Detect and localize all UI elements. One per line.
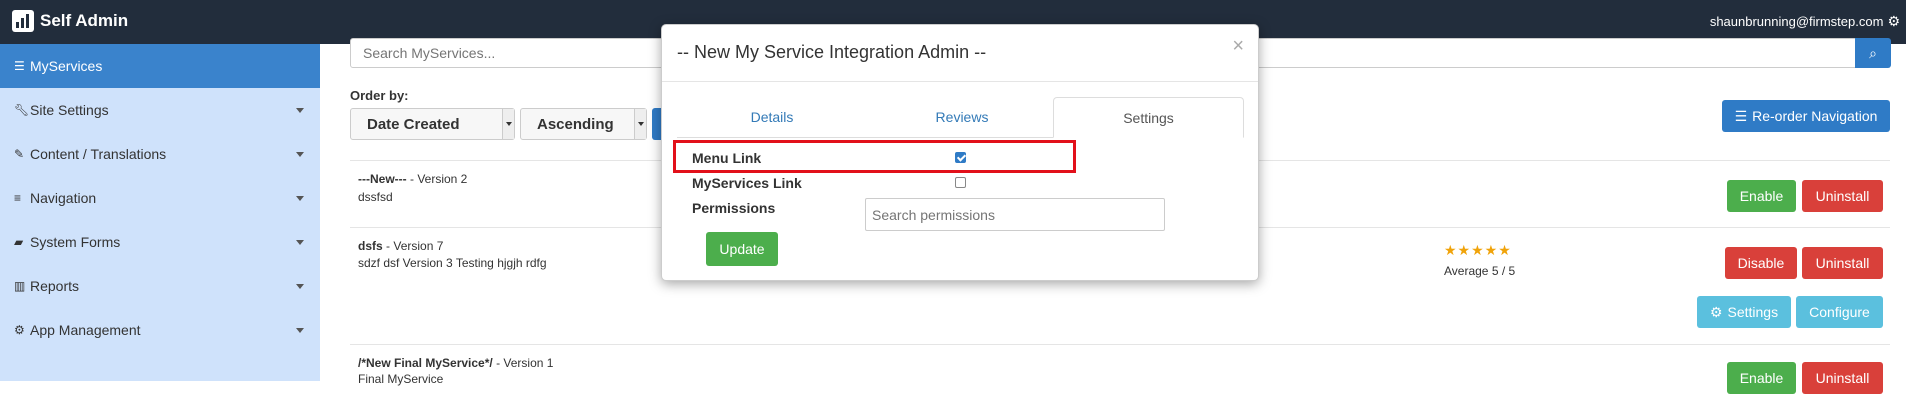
row-divider (350, 344, 1890, 345)
service-version: - Version 7 (382, 239, 444, 253)
order-field-value: Date Created (367, 116, 460, 133)
permissions-search-input[interactable] (865, 198, 1165, 231)
uninstall-button[interactable]: Uninstall (1802, 362, 1883, 394)
service-version: - Version 1 (492, 356, 554, 370)
bar-chart-logo-icon (12, 10, 34, 32)
service-description: Final MyService (358, 372, 444, 386)
sidebar-item-myservices[interactable]: ☰ MyServices (0, 44, 320, 88)
chevron-down-icon (634, 109, 646, 139)
enable-button[interactable]: Enable (1727, 362, 1796, 394)
service-title: ---New--- - Version 2 (358, 172, 467, 186)
chevron-down-icon (296, 240, 304, 245)
update-button[interactable]: Update (706, 232, 778, 266)
user-menu[interactable]: shaunbrunning@firmstep.com ⚙ (1710, 13, 1900, 30)
sidebar-item-content-translations[interactable]: ✎ Content / Translations (0, 132, 320, 176)
myservices-link-label: MyServices Link (692, 175, 802, 191)
sidebar-item-system-forms[interactable]: ▰ System Forms (0, 220, 320, 264)
sidebar-item-site-settings[interactable]: 🔧︎ Site Settings (0, 88, 320, 132)
sidebar-item-label: Navigation (30, 190, 97, 206)
disable-button[interactable]: Disable (1725, 247, 1797, 279)
enable-label: Enable (1739, 188, 1784, 204)
highlight-annotation-box (673, 140, 1076, 173)
pencil-icon: ✎ (14, 147, 25, 161)
gear-icon: ⚙ (1887, 13, 1900, 29)
brand[interactable]: Self Admin (12, 10, 128, 32)
disable-label: Disable (1737, 255, 1785, 271)
close-icon[interactable]: × (1232, 35, 1244, 58)
sidebar-item-label: MyServices (30, 58, 103, 74)
sidebar: ☰ MyServices 🔧︎ Site Settings ✎ Content … (0, 44, 320, 381)
chevron-down-icon (296, 152, 304, 157)
tab-details[interactable]: Details (677, 97, 867, 138)
service-description: sdzf dsf Version 3 Testing hjgjh rdfg (358, 256, 547, 270)
sidebar-item-label: Reports (30, 278, 80, 294)
bars-icon: ≡ (14, 191, 22, 205)
chevron-down-icon (502, 109, 514, 139)
sidebar-item-navigation[interactable]: ≡ Navigation (0, 176, 320, 220)
user-email: shaunbrunning@firmstep.com (1709, 14, 1884, 29)
sidebar-item-label: App Management (30, 322, 141, 338)
rating-average: Average 5 / 5 (1444, 264, 1516, 278)
service-admin-modal: -- New My Service Integration Admin -- ×… (661, 24, 1259, 281)
settings-button[interactable]: ⚙ Settings (1697, 296, 1791, 328)
service-name: dsfs (358, 239, 383, 253)
chevron-down-icon (296, 196, 304, 201)
sidebar-item-app-management[interactable]: ⚙ App Management (0, 308, 320, 352)
sidebar-item-reports[interactable]: ▥ Reports (0, 264, 320, 308)
uninstall-label: Uninstall (1815, 255, 1870, 271)
sidebar-item-label: Content / Translations (30, 146, 167, 162)
bar-chart-icon: ▥ (14, 279, 26, 293)
bars-icon: ☰ (1734, 107, 1748, 124)
chevron-down-icon (296, 108, 304, 113)
sidebar-item-label: Site Settings (30, 102, 109, 118)
folder-icon: ▰ (14, 235, 24, 249)
configure-button[interactable]: Configure (1796, 296, 1883, 328)
service-version: - Version 2 (406, 172, 468, 186)
modal-header-divider (662, 81, 1258, 82)
permissions-label: Permissions (692, 200, 776, 216)
uninstall-button[interactable]: Uninstall (1802, 247, 1883, 279)
settings-label: Settings (1727, 304, 1779, 320)
tab-reviews[interactable]: Reviews (867, 97, 1057, 138)
list-icon: ☰ (14, 59, 25, 73)
chevron-down-icon (296, 328, 304, 333)
service-name: ---New--- (358, 172, 407, 186)
wrench-icon: 🔧︎ (14, 103, 30, 117)
sidebar-item-label: System Forms (30, 234, 121, 250)
modal-title: -- New My Service Integration Admin -- (677, 42, 987, 62)
chevron-down-icon (296, 284, 304, 289)
myservices-link-checkbox[interactable] (955, 177, 966, 188)
app-title: Self Admin (40, 11, 129, 30)
order-direction-value: Ascending (537, 116, 614, 133)
uninstall-label: Uninstall (1815, 370, 1870, 386)
enable-button[interactable]: Enable (1727, 180, 1796, 212)
reorder-navigation-button[interactable]: ☰ Re-order Navigation (1722, 100, 1890, 132)
search-icon: ⌕ (1869, 45, 1877, 61)
service-title: /*New Final MyService*/ - Version 1 (358, 356, 553, 370)
service-title: dsfs - Version 7 (358, 239, 443, 253)
order-direction-select[interactable]: Ascending (520, 108, 647, 140)
search-button[interactable]: ⌕ (1855, 38, 1891, 68)
uninstall-label: Uninstall (1815, 188, 1870, 204)
reorder-navigation-label: Re-order Navigation (1752, 108, 1878, 124)
rating-stars: ★★★★★ (1444, 242, 1512, 258)
uninstall-button[interactable]: Uninstall (1802, 180, 1883, 212)
update-label: Update (719, 241, 765, 257)
order-by-label: Order by: (350, 88, 409, 103)
service-description: dssfsd (358, 190, 393, 204)
gear-icon: ⚙ (14, 323, 25, 337)
gears-icon: ⚙ (1709, 303, 1723, 320)
order-field-select[interactable]: Date Created (350, 108, 515, 140)
tab-settings[interactable]: Settings (1053, 97, 1244, 138)
enable-label: Enable (1739, 370, 1784, 386)
service-name: /*New Final MyService*/ (358, 356, 493, 370)
configure-label: Configure (1809, 304, 1870, 320)
